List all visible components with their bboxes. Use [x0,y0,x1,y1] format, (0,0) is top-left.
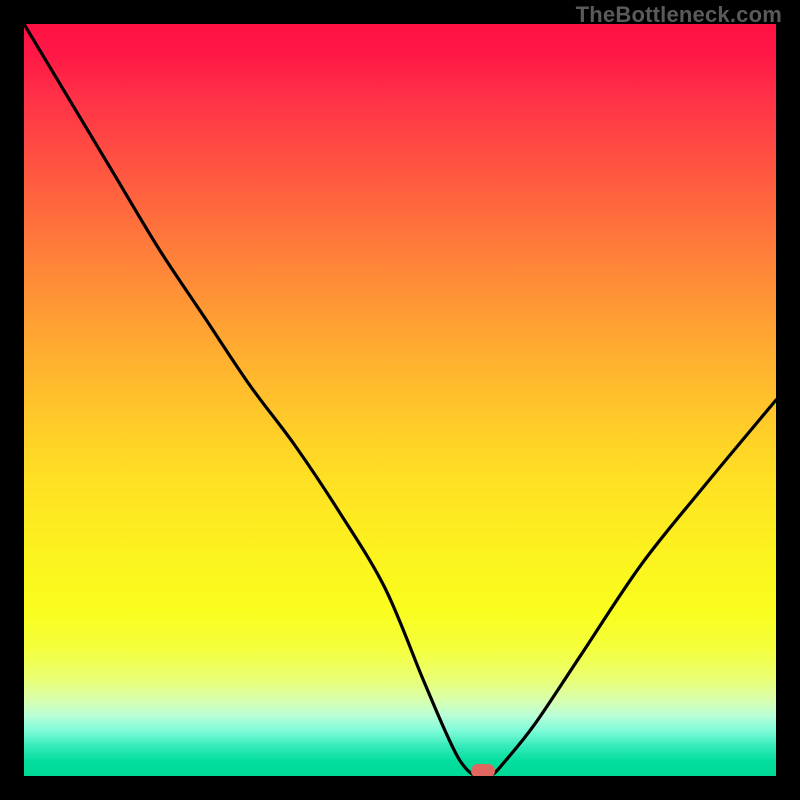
bottleneck-curve [24,24,776,776]
optimal-marker [471,764,495,776]
chart-frame: TheBottleneck.com [0,0,800,800]
curve-svg [24,24,776,776]
plot-area [24,24,776,776]
